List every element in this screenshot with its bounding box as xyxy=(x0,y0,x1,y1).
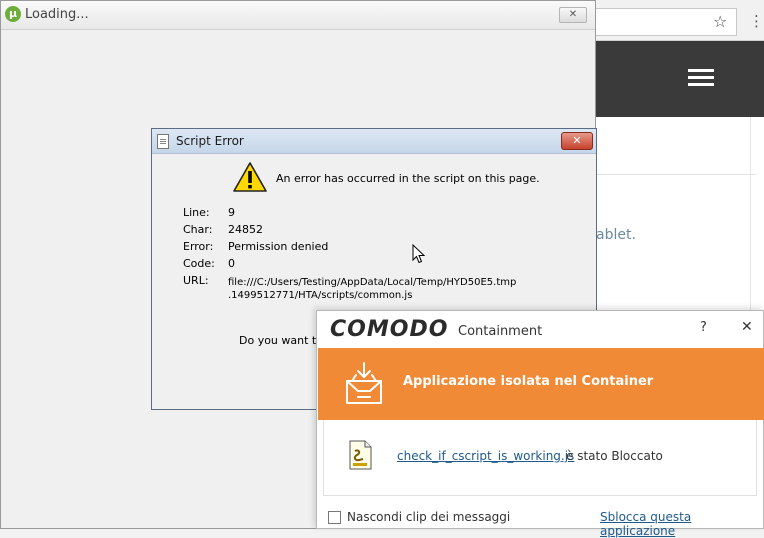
error-message: An error has occurred in the script on t… xyxy=(276,172,540,185)
comodo-close-button[interactable]: ✕ xyxy=(741,319,753,335)
comodo-logo: COMODO xyxy=(330,317,449,342)
comodo-popup: COMODO Containment ? ✕ Applicazione isol… xyxy=(316,310,764,538)
loading-title: Loading... xyxy=(25,7,89,22)
blocked-file-link[interactable]: check_if_cscript_is_working.js xyxy=(397,449,574,463)
browser-menu-icon[interactable]: ⋮ xyxy=(749,12,764,30)
page-rule xyxy=(596,174,756,175)
banner-message: Applicazione isolata nel Container xyxy=(403,374,654,389)
script-error-close-button[interactable]: ✕ xyxy=(561,132,593,150)
script-error-title: Script Error xyxy=(176,134,244,148)
hide-messages-label[interactable]: Nascondi clip dei messaggi xyxy=(347,510,510,524)
script-file-icon xyxy=(349,440,372,470)
mouse-cursor-icon xyxy=(412,244,426,264)
loading-close-button[interactable]: ✕ xyxy=(559,7,587,23)
containment-banner: Applicazione isolata nel Container xyxy=(318,348,764,420)
comodo-product-name: Containment xyxy=(458,324,543,339)
line-value: 9 xyxy=(228,206,235,219)
loading-titlebar[interactable]: µ Loading... ✕ xyxy=(1,1,595,30)
utorrent-logo-icon: µ xyxy=(5,6,21,22)
error-label: Error: xyxy=(183,240,214,253)
site-navbar xyxy=(596,41,764,117)
char-label: Char: xyxy=(183,223,213,236)
bookmark-star-icon[interactable]: ☆ xyxy=(713,12,727,31)
char-value: 24852 xyxy=(228,223,263,236)
hamburger-menu-icon[interactable] xyxy=(688,69,714,90)
container-inbox-icon xyxy=(346,362,382,404)
browser-toolbar: ☆ ⋮ xyxy=(596,0,764,41)
page-text-fragment: ablet. xyxy=(596,227,636,243)
blocked-status-text: è stato Bloccato xyxy=(566,449,663,463)
warning-icon xyxy=(233,162,267,192)
unblock-application-link[interactable]: Sblocca questa applicazione xyxy=(600,510,763,538)
url-line-1: file:///C:/Users/Testing/AppData/Local/T… xyxy=(228,277,517,288)
code-label: Code: xyxy=(183,257,215,270)
url-line-2: .1499512771/HTA/scripts/common.js xyxy=(228,290,413,301)
url-value: file:///C:/Users/Testing/AppData/Local/T… xyxy=(228,276,548,302)
code-value: 0 xyxy=(228,257,235,270)
script-error-titlebar[interactable]: Script Error ✕ xyxy=(152,129,596,154)
help-icon[interactable]: ? xyxy=(700,320,707,335)
hide-messages-checkbox[interactable] xyxy=(328,511,341,524)
url-label: URL: xyxy=(183,274,209,287)
line-label: Line: xyxy=(183,206,210,219)
document-icon xyxy=(157,134,169,149)
error-value: Permission denied xyxy=(228,240,329,253)
